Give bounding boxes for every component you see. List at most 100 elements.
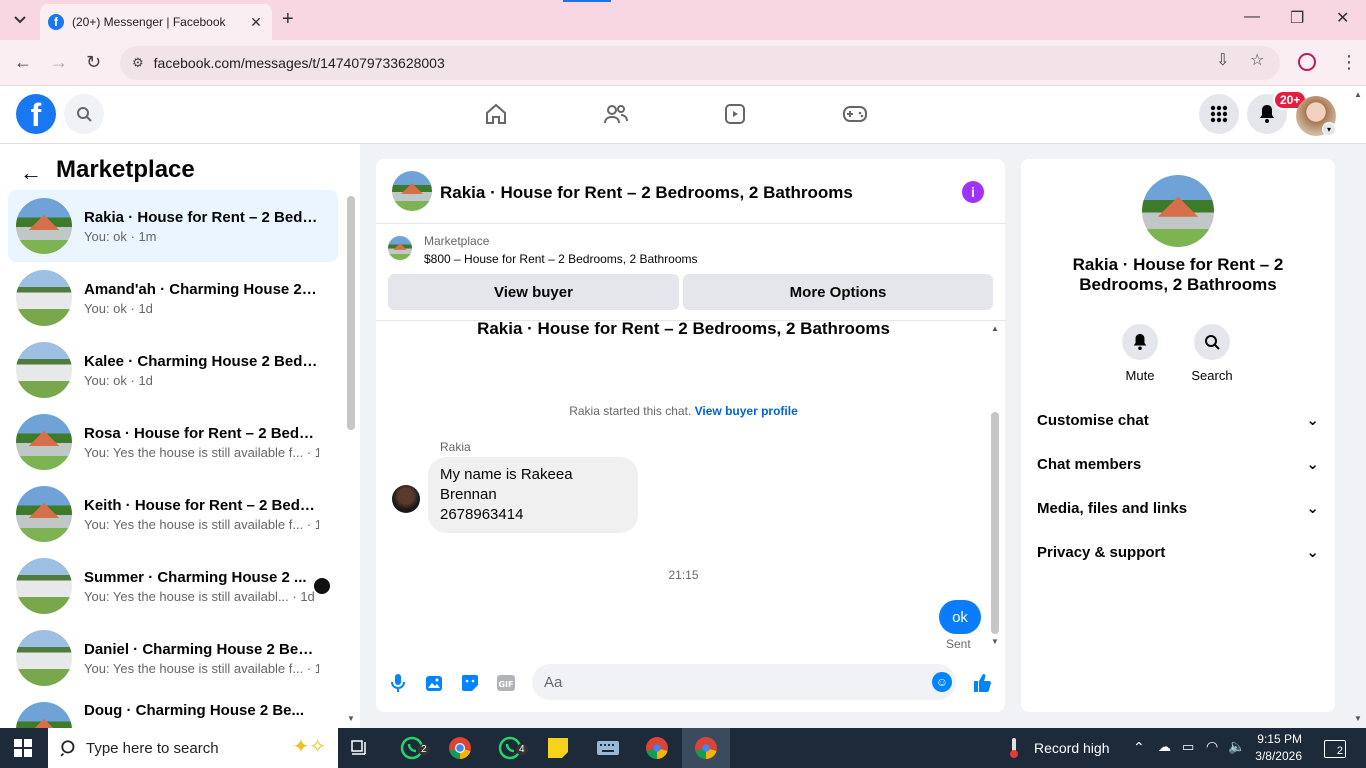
video-nav-button[interactable] (715, 98, 755, 130)
privacy-support-section[interactable]: Privacy & support ⌄ (1037, 536, 1319, 568)
mute-label: Mute (1125, 368, 1155, 383)
windows-start-icon[interactable] (14, 739, 32, 762)
new-tab-button[interactable]: + (282, 8, 294, 31)
browser-menu-icon[interactable]: ⋮ (1340, 52, 1358, 73)
conversation-item[interactable]: Summer · Charming House 2 ... You: Yes t… (8, 550, 338, 622)
forward-icon[interactable]: → (50, 52, 68, 73)
install-app-icon[interactable]: ⇩ (1216, 50, 1229, 70)
tab-list-button[interactable] (8, 9, 32, 31)
back-icon[interactable]: ← (14, 52, 32, 73)
notification-center-icon[interactable]: 2 (1324, 740, 1346, 758)
conversation-item[interactable]: Rosa · House for Rent – 2 Bedro... You: … (8, 406, 338, 478)
address-bar[interactable]: ⚙ facebook.com/messages/t/14740797336280… (120, 46, 1280, 80)
account-chevron-icon[interactable]: ▾ (1322, 122, 1336, 136)
wifi-icon[interactable]: ◠ (1206, 738, 1218, 755)
clock-date[interactable]: 3/8/2026 (1250, 749, 1302, 763)
conversation-item[interactable]: Keith · House for Rent – 2 Bedro... You:… (8, 478, 338, 550)
search-conversation-button[interactable]: Search (1182, 324, 1242, 383)
back-arrow-icon[interactable]: ← (20, 160, 42, 186)
sender-avatar[interactable] (392, 485, 420, 513)
bookmark-star-icon[interactable]: ☆ (1250, 50, 1264, 70)
clock-time[interactable]: 9:15 PM (1250, 732, 1302, 746)
conversation-item[interactable]: Daniel · Charming House 2 Beds... You: Y… (8, 622, 338, 694)
gif-icon[interactable]: GIF (495, 672, 517, 694)
emoji-icon[interactable]: ☺ (932, 672, 952, 692)
chrome-profile-icon[interactable] (643, 734, 671, 762)
details-listing-thumbnail[interactable] (1142, 175, 1214, 247)
chat-scrollbar[interactable] (991, 412, 999, 634)
video-icon (725, 104, 745, 124)
mute-button[interactable]: Mute (1110, 324, 1170, 383)
tab-indicator (563, 0, 611, 2)
sticky-notes-icon[interactable] (544, 734, 572, 762)
page-scroll-up-icon[interactable]: ▲ (1354, 90, 1362, 99)
scroll-up-arrow-icon[interactable]: ▲ (991, 324, 999, 333)
conversation-preview: You: ok · 1m (84, 228, 157, 244)
view-buyer-profile-link[interactable]: View buyer profile (695, 404, 798, 418)
chat-members-section[interactable]: Chat members ⌄ (1037, 448, 1319, 480)
chat-started-text: Rakia started this chat. (569, 404, 692, 418)
chevron-down-icon: ⌄ (1306, 544, 1319, 561)
browser-profile-icon[interactable] (1298, 53, 1316, 71)
volume-icon[interactable]: 🔈 (1228, 738, 1245, 755)
buyer-avatar-small (314, 578, 330, 594)
info-icon[interactable]: i (962, 181, 984, 203)
close-tab-icon[interactable]: ✕ (246, 14, 266, 31)
listing-thumbnail (16, 558, 72, 614)
conversation-item[interactable]: Kalee · Charming House 2 Beds ... You: o… (8, 334, 338, 406)
chat-listing-thumbnail[interactable] (392, 171, 432, 211)
menu-button[interactable] (1199, 94, 1239, 134)
reload-icon[interactable]: ↻ (86, 52, 101, 73)
more-options-button[interactable]: More Options (683, 274, 993, 310)
conversation-preview: You: Yes the house is still availabl... … (84, 588, 315, 604)
conversation-name: Summer · Charming House 2 ... (84, 568, 307, 586)
view-buyer-button[interactable]: View buyer (388, 274, 679, 310)
photo-icon[interactable] (423, 672, 445, 694)
svg-text:GIF: GIF (498, 680, 513, 689)
battery-icon[interactable]: ▭ (1182, 739, 1194, 755)
search-icon (60, 740, 75, 757)
media-files-links-section[interactable]: Media, files and links ⌄ (1037, 492, 1319, 524)
microphone-icon[interactable] (387, 672, 409, 694)
browser-toolbar: ← → ↻ ⚙ facebook.com/messages/t/14740797… (0, 40, 1366, 86)
keyboard-icon[interactable] (594, 734, 622, 762)
conversation-item[interactable]: Rakia · House for Rent – 2 Bedro... You:… (8, 190, 338, 262)
scroll-down-arrow-icon[interactable]: ▼ (991, 637, 999, 646)
thumbs-up-icon[interactable] (971, 672, 993, 694)
browser-tabbar: f (20+) Messenger | Facebook ✕ + — ❐ ✕ (0, 0, 1366, 40)
friends-nav-button[interactable] (596, 98, 636, 130)
facebook-search-button[interactable] (64, 94, 104, 134)
conversation-list-scrollbar[interactable] (347, 196, 355, 430)
browser-tab-messenger[interactable]: f (20+) Messenger | Facebook ✕ (40, 4, 272, 40)
tray-expand-icon[interactable]: ⌃ (1133, 739, 1145, 756)
panel-title: Marketplace (56, 156, 195, 183)
home-nav-button[interactable] (476, 98, 516, 130)
marketplace-listing-banner: Marketplace $800 – House for Rent – 2 Be… (376, 224, 1005, 321)
weather-thermometer-icon[interactable] (1000, 734, 1028, 762)
message-timestamp: 21:15 (668, 568, 699, 582)
conversation-preview: You: Yes the house is still available f.… (84, 660, 319, 676)
incoming-message-bubble[interactable]: My name is Rakeea Brennan 2678963414 (428, 457, 638, 533)
chrome-icon[interactable] (446, 734, 474, 762)
onedrive-icon[interactable]: ☁ (1158, 739, 1171, 755)
sticker-icon[interactable] (459, 672, 481, 694)
chat-header-name[interactable]: Rakia · House for Rent – 2 Bedrooms, 2 B… (440, 183, 853, 203)
restore-icon[interactable]: ❐ (1290, 8, 1304, 28)
conversation-item[interactable]: Amand'ah · Charming House 2 B... You: ok… (8, 262, 338, 334)
outgoing-message-bubble[interactable]: ok (939, 600, 981, 634)
site-settings-icon[interactable]: ⚙ (132, 55, 144, 71)
weather-text[interactable]: Record high (1034, 740, 1110, 756)
taskbar-search-box[interactable]: Type here to search ✦✧ (48, 728, 338, 768)
task-view-icon[interactable] (346, 734, 374, 762)
chrome-active-icon[interactable] (692, 734, 720, 762)
close-window-icon[interactable]: ✕ (1336, 8, 1349, 28)
customise-chat-section[interactable]: Customise chat ⌄ (1037, 404, 1319, 436)
chevron-down-icon (14, 16, 26, 24)
minimize-icon[interactable]: — (1244, 8, 1260, 26)
message-input[interactable]: Aa (532, 664, 956, 700)
scroll-down-arrow-icon[interactable]: ▼ (347, 714, 355, 723)
gaming-nav-button[interactable] (835, 98, 875, 130)
listing-description[interactable]: $800 – House for Rent – 2 Bedrooms, 2 Ba… (424, 252, 698, 266)
page-scroll-down-icon[interactable]: ▼ (1354, 714, 1362, 723)
facebook-logo-icon[interactable]: f (16, 94, 56, 134)
